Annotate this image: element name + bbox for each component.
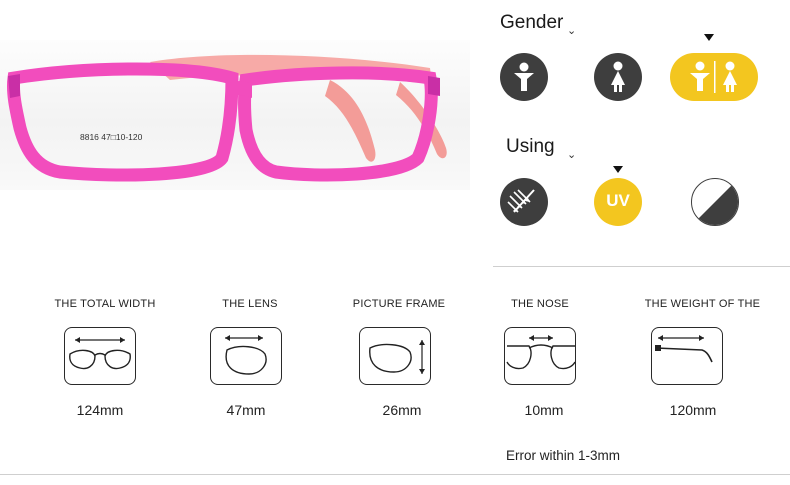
temple-length-value: 120mm [669, 402, 717, 418]
anti-glare-icon[interactable] [500, 178, 548, 226]
hinge-left [8, 74, 20, 98]
unisex-icon[interactable] [670, 53, 758, 101]
section-divider [493, 266, 790, 267]
gender-chevron-down-icon[interactable]: ⌄ [567, 24, 576, 37]
measurement-label-weight: THE WEIGHT OF THE [644, 298, 761, 310]
glasses-illustration [7, 54, 447, 182]
temple-tip-left [325, 80, 376, 162]
tint-icon[interactable] [691, 178, 739, 226]
uv-label: UV [606, 191, 630, 210]
frame-print-text: 8816 47□10-120 [80, 132, 143, 142]
temple-length-icon [651, 327, 723, 385]
measurement-label-total-width: THE TOTAL WIDTH [54, 298, 156, 310]
uv-icon[interactable]: UV [594, 178, 642, 226]
lens-width-value: 47mm [226, 402, 266, 418]
left-rim [7, 62, 239, 182]
total-width-icon [64, 327, 136, 385]
hinge-right [428, 76, 440, 96]
using-chevron-down-icon[interactable]: ⌄ [567, 148, 576, 161]
bottom-divider [0, 474, 790, 475]
using-title: Using [506, 136, 555, 157]
nose-bridge-value: 10mm [524, 402, 564, 418]
male-icon[interactable] [500, 53, 548, 101]
measurement-label-nose: THE NOSE [511, 298, 569, 310]
gender-selected-pointer-icon [704, 34, 714, 41]
female-icon[interactable] [594, 53, 642, 101]
total-width-value: 124mm [76, 402, 124, 418]
gender-title: Gender [500, 12, 564, 33]
lens-width-icon [210, 327, 282, 385]
measurement-label-lens: THE LENS [222, 298, 278, 310]
using-selected-pointer-icon [613, 166, 623, 173]
nose-bridge-icon [504, 327, 576, 385]
product-photo: 8816 47□10-120 [0, 40, 470, 190]
tolerance-note: Error within 1-3mm [506, 448, 621, 463]
measurement-label-frame: PICTURE FRAME [352, 298, 446, 310]
frame-height-icon [359, 327, 431, 385]
frame-height-value: 26mm [382, 402, 422, 418]
